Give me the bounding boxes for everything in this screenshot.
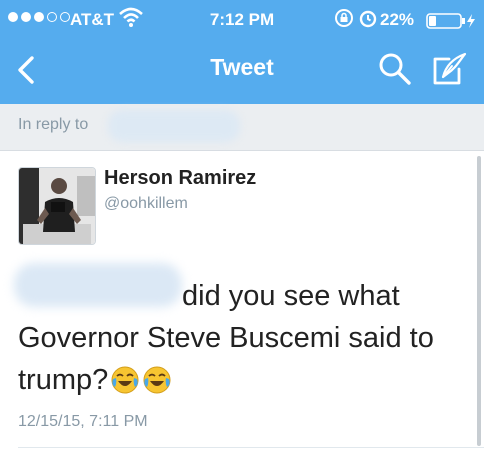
search-icon[interactable] [378, 52, 412, 86]
redacted-username [108, 110, 240, 142]
battery-icon [426, 12, 478, 35]
tweet-detail: Herson Ramirez @oohkillem did you see wh… [0, 151, 484, 460]
battery-percent: 22% [380, 10, 415, 29]
tweet-text-line-2: Governor Steve Buscemi said to [18, 322, 434, 354]
header: AT&T 7:12 PM 22% Tweet [0, 0, 484, 104]
redacted-mention [14, 263, 182, 307]
alarm-icon [358, 8, 378, 33]
compose-icon[interactable] [430, 50, 468, 88]
avatar[interactable] [18, 167, 96, 245]
tweet-timestamp: 12/15/15, 7:11 PM [18, 413, 148, 430]
user-name[interactable]: Herson Ramirez [104, 167, 256, 190]
user-handle[interactable]: @oohkillem [104, 195, 188, 213]
tweet-text-line-3-wrapper: trump? [18, 359, 172, 401]
divider [18, 447, 484, 448]
tweet-text-line-1: did you see what [182, 280, 400, 312]
status-bar: AT&T 7:12 PM 22% [0, 0, 484, 40]
rotation-lock-icon [334, 8, 354, 33]
in-reply-to-bar[interactable]: In reply to [0, 104, 484, 151]
tears-of-joy-emoji-icon [110, 365, 140, 395]
nav-bar: Tweet [0, 40, 484, 100]
scrollbar[interactable] [477, 156, 481, 446]
tweet-text-line-3: trump? [18, 364, 109, 396]
in-reply-to-label: In reply to [18, 116, 89, 133]
tears-of-joy-emoji-icon [142, 365, 172, 395]
